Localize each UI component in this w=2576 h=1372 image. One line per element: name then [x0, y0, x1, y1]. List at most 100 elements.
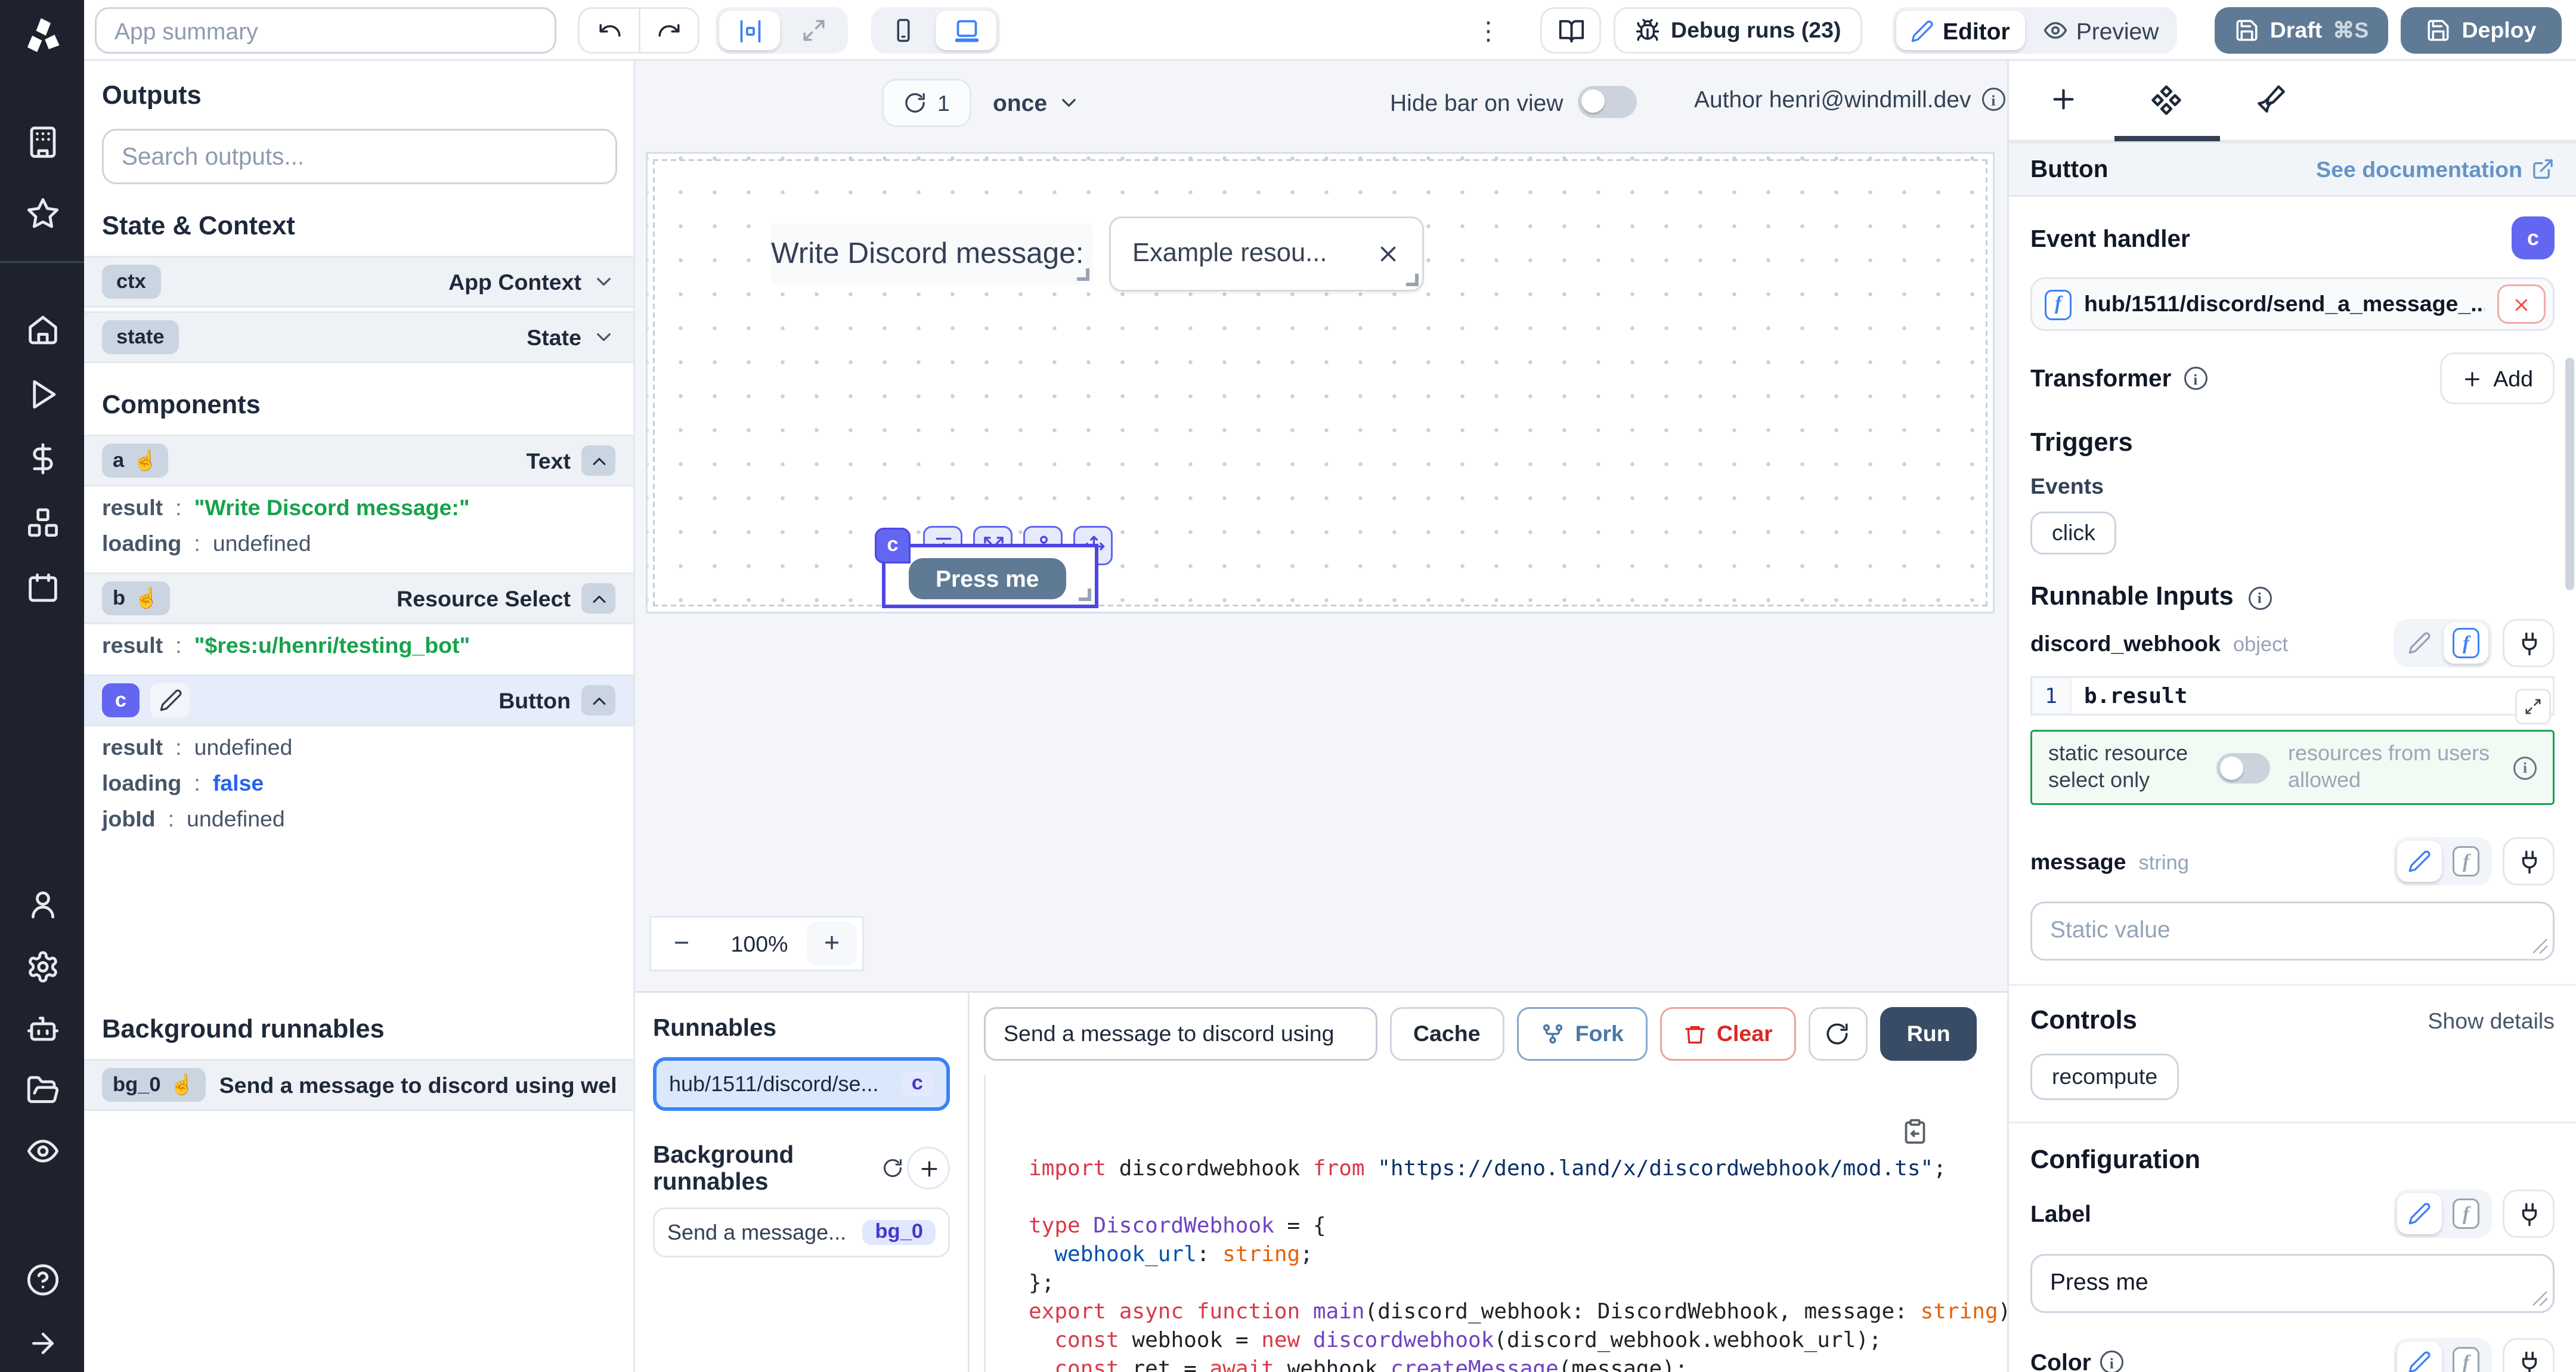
static-mode-pencil-button[interactable]: [2397, 1193, 2442, 1234]
zoom-out-button[interactable]: −: [651, 928, 712, 959]
button-component-selected[interactable]: Press me: [882, 544, 1098, 608]
fullwidth-button[interactable]: [784, 11, 844, 50]
info-icon[interactable]: i: [1981, 88, 2005, 111]
static-mode-pencil-button[interactable]: [2397, 841, 2442, 882]
collapse-button[interactable]: [581, 583, 615, 614]
collapse-arrow-icon[interactable]: [26, 1327, 58, 1359]
connect-plug-button[interactable]: [2503, 1190, 2555, 1238]
expression-editor[interactable]: 1 b.result: [2030, 676, 2555, 716]
fork-button[interactable]: Fork: [1516, 1007, 1647, 1061]
refresh-count-button[interactable]: 1: [882, 79, 971, 127]
connect-plug-button[interactable]: [2503, 619, 2555, 667]
cache-button[interactable]: Cache: [1390, 1007, 1504, 1061]
apps-icon[interactable]: [25, 125, 59, 159]
resize-handle[interactable]: [2533, 1292, 2547, 1306]
tab-component-settings-icon[interactable]: [2150, 84, 2182, 116]
resize-handle[interactable]: [1077, 268, 1089, 281]
text-component[interactable]: Write Discord message:: [771, 224, 1093, 284]
background-runnable-row[interactable]: bg_0☝ Send a message to discord using we…: [84, 1059, 633, 1111]
tab-styling-brush-icon[interactable]: [2256, 84, 2286, 114]
component-row-c-selected[interactable]: c Button: [84, 674, 633, 726]
mobile-view-button[interactable]: [875, 11, 932, 50]
component-row-a[interactable]: a☝ Text: [84, 435, 633, 487]
recompute-button[interactable]: recompute: [2030, 1054, 2179, 1100]
audit-eye-icon[interactable]: [25, 1134, 59, 1168]
eval-mode-button[interactable]: f: [2444, 841, 2488, 882]
redo-button[interactable]: [639, 9, 698, 52]
app-summary-input[interactable]: [95, 7, 556, 54]
eval-mode-button[interactable]: f: [2444, 622, 2488, 664]
show-details-link[interactable]: Show details: [2428, 1009, 2555, 1034]
component-row-b[interactable]: b☝ Resource Select: [84, 572, 633, 624]
resources-icon[interactable]: [25, 506, 59, 540]
folders-icon[interactable]: [25, 1073, 59, 1107]
add-background-runnable-button[interactable]: [907, 1147, 950, 1190]
static-mode-pencil-button[interactable]: [2397, 622, 2442, 664]
help-icon[interactable]: [25, 1263, 59, 1297]
press-me-button[interactable]: Press me: [909, 558, 1066, 599]
see-documentation-link[interactable]: See documentation: [2316, 157, 2555, 182]
tab-insert-plus-icon[interactable]: [2048, 84, 2079, 114]
runs-icon[interactable]: [25, 377, 59, 411]
info-icon[interactable]: i: [2100, 1351, 2123, 1372]
debug-runs-button[interactable]: Debug runs (23): [1614, 7, 1862, 54]
script-name-input[interactable]: [984, 1007, 1377, 1061]
add-transformer-button[interactable]: Add: [2439, 352, 2555, 404]
resize-handle[interactable]: [1406, 274, 1419, 286]
panel-scrollbar[interactable]: [2565, 358, 2574, 590]
collapse-button[interactable]: [581, 685, 615, 716]
app-canvas[interactable]: Write Discord message: Example resou... …: [646, 152, 1995, 614]
docs-book-button[interactable]: [1540, 7, 1601, 54]
tab-editor[interactable]: Editor: [1896, 11, 2024, 50]
chevron-down-icon[interactable]: [592, 326, 615, 349]
message-static-value-input[interactable]: Static value: [2030, 902, 2555, 961]
settings-gear-icon[interactable]: [25, 950, 59, 984]
expand-editor-button[interactable]: [2515, 689, 2551, 724]
info-icon[interactable]: i: [2248, 586, 2271, 609]
desktop-view-button[interactable]: [936, 11, 996, 50]
static-mode-pencil-button[interactable]: [2397, 1342, 2442, 1372]
connect-plug-button[interactable]: [2503, 837, 2555, 885]
zoom-in-button[interactable]: +: [807, 921, 857, 966]
resource-select-component[interactable]: Example resou...: [1109, 216, 1424, 292]
info-icon[interactable]: i: [2513, 756, 2537, 779]
info-icon[interactable]: i: [2184, 367, 2207, 390]
variables-icon[interactable]: [25, 442, 59, 476]
code-editor[interactable]: import discordwebhook from "https://deno…: [984, 1075, 2007, 1372]
event-handler-runnable[interactable]: f hub/1511/discord/send_a_message_...: [2030, 277, 2555, 331]
label-value-input[interactable]: Press me: [2030, 1254, 2555, 1313]
remove-handler-button[interactable]: [2497, 284, 2546, 324]
pencil-icon[interactable]: [150, 683, 190, 717]
collapse-button[interactable]: [581, 445, 615, 476]
copy-code-icon[interactable]: [1902, 1118, 1928, 1145]
reload-button[interactable]: [1809, 1007, 1868, 1061]
eval-mode-button[interactable]: f: [2444, 1193, 2488, 1234]
output-row-state[interactable]: state State: [84, 311, 633, 363]
connect-plug-button[interactable]: [2503, 1338, 2555, 1372]
resize-handle[interactable]: [1079, 589, 1091, 601]
users-icon[interactable]: [25, 887, 59, 921]
eval-mode-button[interactable]: f: [2444, 1342, 2488, 1372]
center-align-button[interactable]: [719, 11, 780, 50]
more-menu-icon[interactable]: ⋮: [1476, 14, 1501, 47]
hide-bar-toggle[interactable]: [1577, 86, 1636, 118]
tab-preview[interactable]: Preview: [2028, 11, 2174, 50]
interval-dropdown[interactable]: once: [993, 79, 1081, 127]
resize-handle[interactable]: [2533, 939, 2547, 953]
draft-button[interactable]: Draft ⌘S: [2215, 7, 2388, 54]
schedules-icon[interactable]: [25, 571, 59, 605]
runnable-item-selected[interactable]: hub/1511/discord/se... c: [653, 1057, 950, 1111]
background-runnable-item[interactable]: Send a message... bg_0: [653, 1207, 950, 1258]
resource-mode-toggle[interactable]: [2216, 752, 2270, 783]
favorites-star-icon[interactable]: [25, 197, 59, 231]
run-button[interactable]: Run: [1880, 1007, 1977, 1061]
clear-selection-icon[interactable]: [1376, 241, 1401, 267]
search-outputs-input[interactable]: [102, 129, 617, 184]
chevron-down-icon[interactable]: [592, 270, 615, 293]
windmill-logo[interactable]: [19, 14, 66, 61]
workers-robot-icon[interactable]: [25, 1012, 59, 1046]
deploy-button[interactable]: Deploy: [2401, 7, 2562, 54]
undo-button[interactable]: [580, 9, 639, 52]
home-icon[interactable]: [25, 313, 59, 347]
clear-button[interactable]: Clear: [1659, 1007, 1796, 1061]
